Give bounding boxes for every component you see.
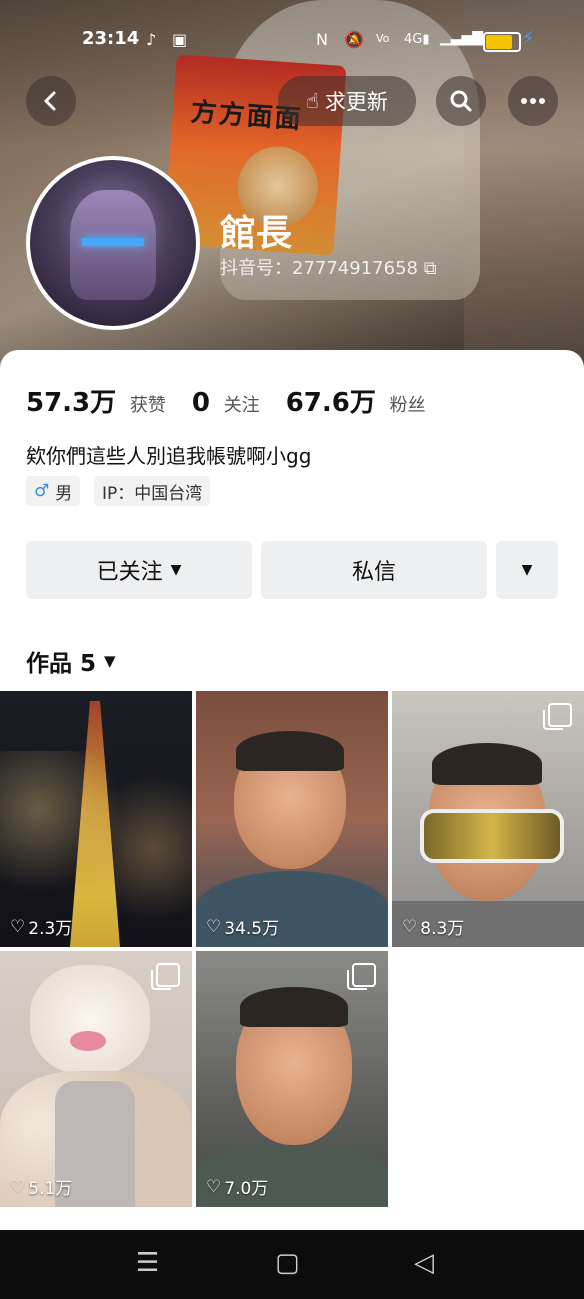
home-icon[interactable]: ▢ [275, 1248, 300, 1278]
video-likes-count: 7.0万 [224, 1179, 269, 1199]
likes-stat[interactable]: 57.3万 获赞 [26, 382, 166, 419]
system-nav-bar: ☰ ▢ ◁ [0, 1230, 584, 1299]
works-label: 作品 5 [26, 651, 97, 677]
video-likes-count: 2.3万 [28, 919, 73, 939]
likes-label: 获赞 [129, 395, 166, 416]
gender-tag: ♂ 男 [26, 476, 81, 506]
avatar[interactable] [26, 156, 200, 330]
heart-icon: ♡ [10, 1176, 26, 1197]
4g-signal-icon: 4G▮ [404, 32, 430, 47]
video-likes: ♡ 8.3万 [402, 914, 465, 940]
username: 館長 [220, 213, 293, 254]
more-icon [521, 98, 545, 104]
video-thumb[interactable]: ♡ 5.1万 [0, 951, 192, 1207]
ip-tag: IP：中国台湾 [94, 476, 211, 506]
search-icon [450, 90, 472, 112]
message-label: 私信 [351, 560, 396, 585]
likes-value: 57.3万 [26, 388, 117, 418]
heart-icon: ♡ [206, 1176, 222, 1197]
search-button[interactable] [436, 76, 486, 126]
more-button[interactable] [508, 76, 558, 126]
male-icon: ♂ [34, 481, 50, 501]
sunglasses [420, 809, 564, 863]
multi-photo-icon [543, 703, 572, 730]
chevron-left-icon [44, 91, 56, 111]
gender-label: 男 [55, 483, 73, 504]
following-stat[interactable]: 0 关注 [192, 388, 260, 418]
followers-stat[interactable]: 67.6万 粉丝 [286, 382, 426, 419]
bio: 欸你們這些人別追我帳號啊小gg [26, 444, 312, 468]
followed-label: 已关注 [96, 560, 163, 585]
battery-icon [483, 32, 521, 52]
avatar-eyes [82, 238, 144, 246]
mute-icon: 🔕 [344, 30, 364, 49]
followers-label: 粉丝 [389, 395, 426, 416]
app-icon: ▣ [172, 30, 188, 49]
back-button[interactable] [26, 76, 76, 126]
person-hair [240, 987, 348, 1027]
video-thumb[interactable]: ♡ 2.3万 [0, 691, 192, 947]
video-likes-count: 5.1万 [28, 1179, 73, 1199]
multi-photo-icon [347, 963, 376, 990]
message-button[interactable]: 私信 [261, 541, 487, 599]
following-value: 0 [191, 388, 210, 418]
heart-icon: ♡ [402, 916, 418, 937]
stats-row: 57.3万 获赞 0 关注 67.6万 粉丝 [26, 382, 452, 419]
thumb-point-icon: ☝ [306, 89, 319, 113]
person-hair [236, 731, 344, 771]
nfc-icon: N [316, 30, 328, 49]
douyin-id[interactable]: 抖音号：27774917658 ⧉ [220, 254, 437, 280]
video-likes: ♡ 7.0万 [206, 1174, 269, 1200]
recent-apps-icon[interactable]: ☰ [136, 1248, 159, 1278]
video-thumb[interactable]: ♡ 8.3万 [392, 691, 584, 947]
volte-icon: Vo [376, 32, 390, 45]
video-likes: ♡ 34.5万 [206, 914, 280, 940]
video-likes: ♡ 5.1万 [10, 1174, 73, 1200]
caret-down-icon: ▼ [104, 652, 116, 670]
followers-value: 67.6万 [285, 388, 376, 418]
video-thumb[interactable]: ♡ 34.5万 [196, 691, 388, 947]
request-update-label: 求更新 [324, 90, 388, 114]
video-likes-count: 8.3万 [420, 919, 465, 939]
wifi-icon: ▁▃▅▇ [440, 30, 484, 46]
video-thumb[interactable]: ♡ 7.0万 [196, 951, 388, 1207]
heart-icon: ♡ [206, 916, 222, 937]
tiktok-icon: ♪ [146, 30, 157, 49]
back-nav-icon[interactable]: ◁ [414, 1248, 434, 1278]
request-update-button[interactable]: ☝ 求更新 [278, 76, 416, 126]
charging-icon: ⚡ [522, 28, 535, 49]
works-tab[interactable]: 作品 5 ▼ [26, 644, 116, 678]
video-likes: ♡ 2.3万 [10, 914, 73, 940]
copy-icon[interactable]: ⧉ [424, 258, 437, 279]
douyin-id-text: 抖音号：27774917658 [220, 258, 418, 279]
cat-mouth [70, 1031, 106, 1051]
caret-down-icon: ▼ [170, 562, 182, 578]
ip-label: IP：中国台湾 [102, 483, 203, 504]
person-hair [432, 743, 542, 785]
status-bar: 23:14 ♪ ▣ N 🔕 Vo 4G▮ ▁▃▅▇ ⚡ [0, 26, 584, 56]
caret-down-icon: ▼ [521, 562, 533, 578]
more-actions-button[interactable]: ▼ [496, 541, 558, 599]
heart-icon: ♡ [10, 916, 26, 937]
multi-photo-icon [151, 963, 180, 990]
followed-button[interactable]: 已关注 ▼ [26, 541, 252, 599]
cat-head [30, 965, 150, 1075]
following-label: 关注 [223, 395, 260, 416]
video-likes-count: 34.5万 [224, 919, 280, 939]
status-time: 23:14 [82, 28, 140, 49]
